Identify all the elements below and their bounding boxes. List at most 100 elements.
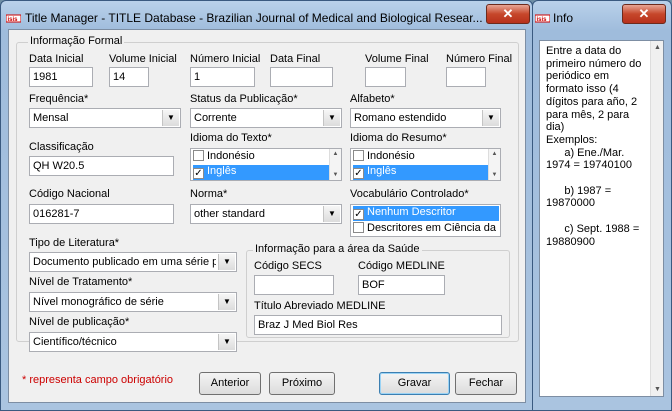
idioma-resumo-list[interactable]: Indonésio ✓ Inglês ▲ ▼ — [350, 148, 501, 181]
idioma-texto-label: Idioma do Texto* — [190, 132, 272, 144]
list-item-label: Indonésio — [207, 150, 255, 162]
list-item[interactable]: ✓ Inglês — [353, 165, 488, 180]
codigo-nacional-input[interactable]: 016281-7 — [29, 204, 174, 224]
norma-label: Norma* — [190, 188, 228, 200]
checkbox-checked[interactable]: ✓ — [353, 209, 364, 220]
vocabulario-label: Vocabulário Controlado* — [350, 188, 469, 200]
frequencia-value: Mensal — [33, 112, 69, 124]
chevron-down-icon[interactable]: ▼ — [218, 334, 235, 350]
window-title: Title Manager - TITLE Database - Brazili… — [25, 11, 483, 25]
scroll-up-icon[interactable]: ▲ — [651, 41, 664, 54]
volume-inicial-label: Volume Inicial — [109, 53, 177, 65]
list-item[interactable]: ✓ Nenhum Descritor — [353, 206, 499, 221]
checkbox[interactable] — [353, 150, 364, 161]
proximo-button[interactable]: Próximo — [269, 372, 335, 395]
data-final-label: Data Final — [270, 53, 321, 65]
status-select[interactable]: Corrente ▼ — [190, 108, 342, 128]
chevron-down-icon[interactable]: ▼ — [323, 206, 340, 222]
frequencia-select[interactable]: Mensal ▼ — [29, 108, 181, 128]
alfabeto-select[interactable]: Romano estendido ▼ — [350, 108, 501, 128]
svg-text:isis: isis — [537, 17, 548, 23]
title-manager-window: isis Title Manager - TITLE Database - Br… — [0, 0, 533, 411]
numero-final-input[interactable] — [446, 67, 486, 87]
info-panel: Entre a data do primeiro número do perió… — [539, 40, 664, 397]
list-item-label: Inglês — [367, 165, 397, 177]
gravar-button[interactable]: Gravar — [379, 372, 450, 395]
list-item[interactable]: Indonésio — [193, 150, 329, 165]
anterior-button[interactable]: Anterior — [199, 372, 261, 395]
info-text: Entre a data do primeiro número do perió… — [546, 45, 642, 248]
titulo-abreviado-label: Título Abreviado MEDLINE — [254, 300, 386, 312]
list-item-label: Indonésio — [367, 150, 415, 162]
idioma-resumo-label: Idioma do Resumo* — [350, 132, 447, 144]
norma-value: other standard — [194, 208, 265, 220]
saude-group-title: Informação para a área da Saúde — [253, 243, 422, 255]
info-scrollbar[interactable]: ▲ ▼ — [650, 41, 663, 396]
tipo-literatura-value: Documento publicado em uma série per — [33, 256, 216, 268]
nivel-publicacao-select[interactable]: Científico/técnico ▼ — [29, 332, 237, 352]
nivel-publicacao-value: Científico/técnico — [33, 336, 117, 348]
scroll-down-icon[interactable]: ▼ — [489, 170, 500, 180]
numero-inicial-label: Número Inicial — [190, 53, 261, 65]
checkbox[interactable] — [193, 150, 204, 161]
vocabulario-list[interactable]: ✓ Nenhum Descritor Descritores em Ciência… — [350, 204, 501, 237]
app-logo-icon: isis — [535, 14, 550, 23]
norma-select[interactable]: other standard ▼ — [190, 204, 342, 224]
status-value: Corrente — [194, 112, 237, 124]
scroll-down-icon[interactable]: ▼ — [330, 170, 341, 180]
status-label: Status da Publicação* — [190, 93, 298, 105]
nivel-tratamento-select[interactable]: Nível monográfico de série ▼ — [29, 292, 237, 312]
form-area: Informação Formal Data Inicial 1981 Volu… — [8, 29, 526, 403]
list-item[interactable]: ✓ Inglês — [193, 165, 329, 180]
chevron-down-icon[interactable]: ▼ — [218, 254, 235, 270]
checkbox-checked[interactable]: ✓ — [353, 168, 364, 179]
data-inicial-label: Data Inicial — [29, 53, 84, 65]
informacao-formal-title: Informação Formal — [28, 35, 125, 47]
chevron-down-icon[interactable]: ▼ — [162, 110, 179, 126]
info-window: isis Info ✕ Entre a data do primeiro núm… — [532, 0, 672, 411]
scroll-up-icon[interactable]: ▲ — [330, 149, 341, 159]
classificacao-input[interactable]: QH W20.5 — [29, 156, 174, 176]
fechar-button[interactable]: Fechar — [455, 372, 517, 395]
required-note: * representa campo obrigatório — [22, 374, 174, 386]
list-item[interactable]: Indonésio — [353, 150, 488, 165]
close-window-button[interactable]: ✕ — [486, 4, 530, 24]
alfabeto-value: Romano estendido — [354, 112, 447, 124]
list-item-label: Descritores em Ciência da S — [367, 222, 499, 234]
data-final-input[interactable] — [270, 67, 333, 87]
data-inicial-input[interactable]: 1981 — [29, 67, 93, 87]
codigo-medline-input[interactable]: BOF — [358, 275, 445, 295]
chevron-down-icon[interactable]: ▼ — [218, 294, 235, 310]
volume-final-input[interactable] — [365, 67, 406, 87]
scroll-up-icon[interactable]: ▲ — [489, 149, 500, 159]
numero-final-label: Número Final — [446, 53, 513, 65]
codigo-secs-label: Código SECS — [254, 260, 322, 272]
list-item-label: Inglês — [207, 165, 237, 177]
volume-inicial-input[interactable]: 14 — [109, 67, 149, 87]
codigo-medline-label: Código MEDLINE — [358, 260, 445, 272]
checkbox[interactable] — [353, 222, 364, 233]
chevron-down-icon[interactable]: ▼ — [482, 110, 499, 126]
tipo-literatura-select[interactable]: Documento publicado em uma série per ▼ — [29, 252, 237, 272]
list-item-label: Nenhum Descritor — [367, 206, 456, 218]
info-window-title: Info — [553, 11, 574, 25]
chevron-down-icon[interactable]: ▼ — [323, 110, 340, 126]
codigo-secs-input[interactable] — [254, 275, 334, 295]
idioma-texto-list[interactable]: Indonésio ✓ Inglês ▲ ▼ — [190, 148, 342, 181]
list-item[interactable]: Descritores em Ciência da S — [353, 222, 499, 236]
close-info-button[interactable]: ✕ — [622, 4, 666, 24]
classificacao-label: Classificação — [29, 141, 94, 153]
scrollbar[interactable]: ▲ ▼ — [329, 149, 341, 180]
scrollbar[interactable]: ▲ ▼ — [488, 149, 500, 180]
volume-final-label: Volume Final — [365, 53, 429, 65]
scroll-down-icon[interactable]: ▼ — [651, 383, 664, 396]
tipo-literatura-label: Tipo de Literatura* — [29, 237, 120, 249]
checkbox-checked[interactable]: ✓ — [193, 168, 204, 179]
titulo-abreviado-input[interactable]: Braz J Med Biol Res — [254, 315, 502, 335]
nivel-tratamento-value: Nível monográfico de série — [33, 296, 164, 308]
frequencia-label: Frequência* — [29, 93, 89, 105]
nivel-publicacao-label: Nível de publicação* — [29, 316, 130, 328]
alfabeto-label: Alfabeto* — [350, 93, 395, 105]
svg-text:isis: isis — [8, 17, 19, 23]
numero-inicial-input[interactable]: 1 — [190, 67, 255, 87]
